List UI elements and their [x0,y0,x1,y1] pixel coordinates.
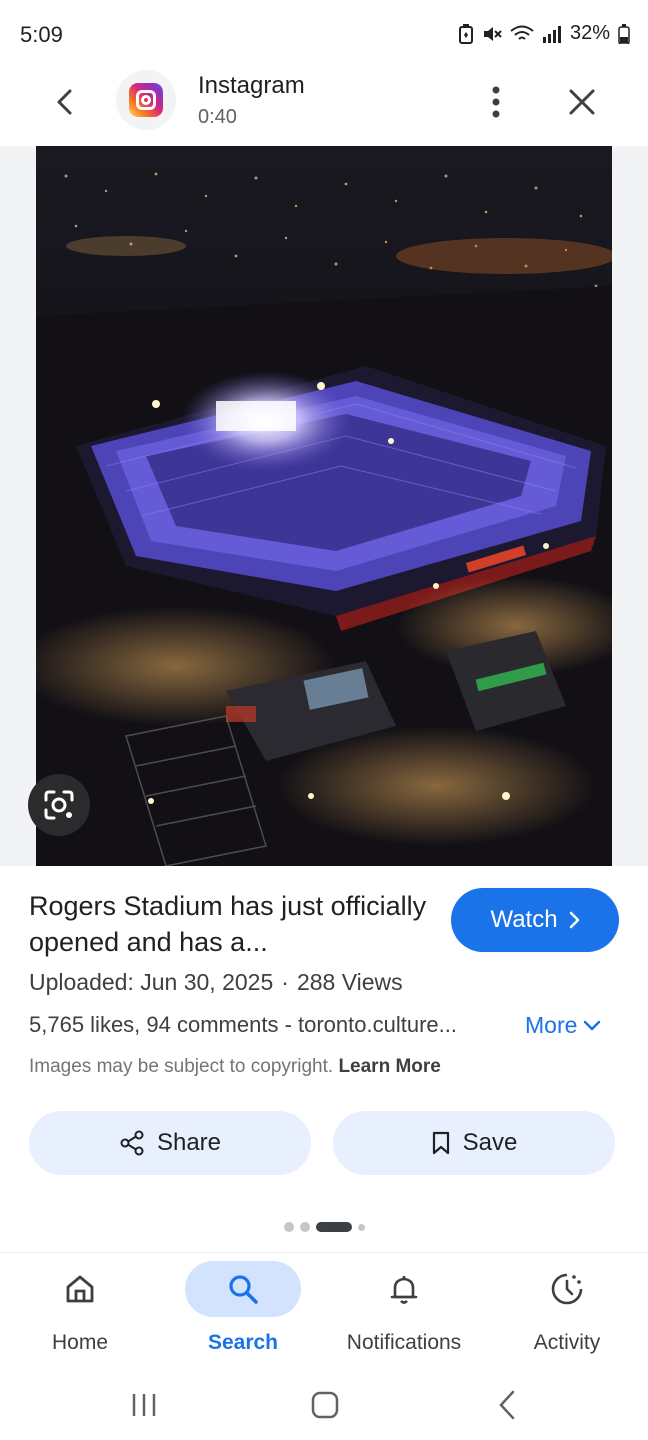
nav-notifications-icon-wrap [346,1261,462,1317]
home-icon [66,1275,94,1303]
nav-home-icon-wrap [22,1261,138,1317]
battery-percent: 32% [569,22,610,44]
nav-activity-icon-wrap [509,1261,625,1317]
chevron-left-icon [57,89,72,115]
video-duration: 0:40 [198,106,237,128]
stadium-photo [36,146,612,866]
status-icons: 32% [458,22,630,45]
status-time: 5:09 [20,22,63,47]
nav-notifications-label: Notifications [346,1331,462,1354]
share-icon [120,1130,144,1156]
view-count: 288 Views [296,969,403,995]
recents-icon [132,1394,156,1416]
system-navigation-bar [0,1370,648,1440]
nav-search-label: Search [207,1331,279,1354]
image-preview-area [0,146,648,866]
pager-dot[interactable] [283,1222,294,1232]
save-label: Save [462,1129,518,1156]
more-button[interactable]: More [525,1012,601,1039]
result-title[interactable]: Rogers Stadium has just officially opene… [29,888,429,960]
source-app-icon [116,70,176,130]
share-button[interactable]: Share [29,1111,311,1175]
nav-home-label: Home [51,1331,109,1354]
upload-meta: Uploaded: Jun 30, 2025 · 288 Views [29,969,403,996]
search-icon [229,1275,258,1304]
close-button[interactable] [558,78,606,126]
watch-label: Watch [490,906,558,933]
back-arrow-icon [499,1390,515,1420]
lens-icon [44,790,74,820]
nav-notifications[interactable]: Notifications [334,1261,474,1361]
copyright-notice: Images may be subject to copyright. Lear… [29,1056,441,1078]
signal-icon [542,25,562,43]
battery-saver-icon [458,23,474,44]
chevron-right-icon [569,911,579,929]
save-button[interactable]: Save [333,1111,615,1175]
watch-button[interactable]: Watch [451,888,619,952]
wifi-icon [510,25,534,43]
engagement-stats: 5,765 likes, 94 comments - toronto.cultu… [29,1012,457,1037]
bell-icon [390,1276,418,1304]
battery-icon [618,23,630,44]
back-button[interactable] [40,78,88,126]
google-lens-button[interactable] [28,774,90,836]
share-label: Share [156,1129,222,1156]
bookmark-icon [432,1131,449,1155]
meta-separator: · [281,969,289,995]
pager-dot-active[interactable] [315,1222,352,1232]
learn-more-link[interactable]: Learn More [338,1056,440,1077]
home-square-icon [311,1391,339,1419]
nav-home[interactable]: Home [10,1261,150,1361]
recent-apps-button[interactable] [119,1380,169,1430]
home-system-button[interactable] [300,1380,350,1430]
activity-icon [551,1273,583,1305]
pager-dot[interactable] [299,1222,310,1232]
copyright-text: Images may be subject to copyright. [29,1056,334,1077]
upload-date: Uploaded: Jun 30, 2025 [29,969,274,995]
instagram-icon [129,83,163,117]
close-icon [569,89,595,115]
bottom-navigation: Home Search Notifications Activity [0,1252,648,1370]
chevron-down-icon [584,1020,601,1030]
mute-icon [482,25,502,43]
system-back-button[interactable] [483,1380,533,1430]
nav-activity[interactable]: Activity [497,1261,637,1361]
nav-search[interactable]: Search [173,1261,313,1361]
image-pager [0,1222,648,1232]
result-image[interactable] [36,146,612,866]
pager-dot[interactable] [357,1223,365,1231]
more-label: More [525,1012,578,1038]
nav-search-icon-wrap [185,1261,301,1317]
more-options-button[interactable] [472,78,520,126]
viewer-header: Instagram 0:40 [0,60,648,146]
nav-activity-label: Activity [533,1331,601,1354]
source-name: Instagram [198,72,305,99]
more-vertical-icon [492,86,500,118]
